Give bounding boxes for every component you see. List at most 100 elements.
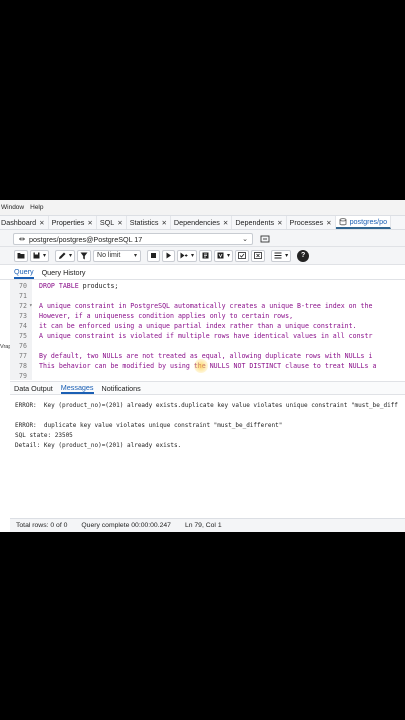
menu-help[interactable]: Help — [30, 204, 43, 211]
editor-line: 77 By default, two NULLs are not treated … — [10, 352, 405, 362]
message-line: Detail: Key (product_no)=(201) already e… — [15, 442, 182, 449]
editor-line: 79 — [10, 372, 405, 380]
commit-icon — [238, 252, 246, 259]
line-number: 78 — [19, 362, 27, 370]
chevron-down-icon: ▾ — [285, 253, 289, 259]
output-tabs: Data Output Messages Notifications — [10, 381, 405, 395]
connection-bar: postgres/postgres@PostgreSQL 17 ⌄ — [0, 230, 405, 247]
execute-script-button[interactable]: ▾ — [177, 249, 198, 262]
code-text: A unique constraint in PostgreSQL automa… — [39, 302, 372, 310]
pgadmin-window: Window Help Dashboard ✕ Properties ✕ SQL… — [0, 200, 405, 532]
sql-editor[interactable]: 70 DROP TABLE products; 71 72 ▾ A unique cons… — [10, 280, 405, 380]
new-connection-icon[interactable] — [260, 234, 270, 244]
messages-panel: ERROR: Key (product_no)=(201) already ex… — [10, 396, 405, 516]
help-icon[interactable]: ? — [297, 249, 310, 262]
line-number: 70 — [19, 282, 27, 290]
menu-window[interactable]: Window — [1, 204, 24, 211]
stop-icon — [151, 253, 157, 258]
database-icon — [339, 217, 346, 225]
folder-icon — [17, 253, 25, 259]
editor-line: 76 — [10, 342, 405, 352]
code-token: A unique constraint is violated if multi… — [39, 332, 373, 340]
chevron-down-icon: ▾ — [43, 253, 47, 259]
save-file-button[interactable]: ▾ — [30, 249, 50, 262]
explain-analyze-button[interactable]: ▾ — [214, 249, 234, 262]
tab-label: Dashboard — [1, 218, 37, 227]
code-text: By default, two NULLs are not treated as… — [39, 352, 372, 360]
close-icon[interactable]: ✕ — [39, 219, 44, 227]
explain-analyze-icon — [217, 252, 224, 259]
editor-line: 70 DROP TABLE products; — [10, 282, 405, 292]
chevron-down-icon: ▾ — [227, 253, 231, 259]
menu-bar: Window Help — [0, 200, 405, 215]
tab-query-tool[interactable]: postgres/po — [335, 216, 392, 229]
query-tabs: Query Query History — [0, 266, 405, 280]
stop-button[interactable] — [147, 249, 161, 262]
bottom-letterbox — [0, 532, 405, 720]
tab-messages[interactable]: Messages — [60, 382, 94, 394]
tab-properties[interactable]: Properties ✕ — [49, 216, 97, 229]
tab-label: Dependents — [235, 218, 275, 227]
close-icon[interactable]: ✕ — [277, 219, 282, 227]
code-token: DROP TABLE — [39, 282, 83, 290]
code-text: it can be enforced using a unique partia… — [39, 322, 357, 330]
explain-button[interactable] — [199, 249, 213, 262]
tab-statistics[interactable]: Statistics ✕ — [127, 216, 171, 229]
code-token: By default, two NULLs are not treated as… — [39, 352, 373, 360]
tab-dependents[interactable]: Dependents ✕ — [232, 216, 287, 229]
tab-data-output[interactable]: Data Output — [14, 382, 53, 394]
tab-dashboard[interactable]: Dashboard ✕ — [0, 216, 49, 229]
tab-dependencies[interactable]: Dependencies ✕ — [171, 216, 233, 229]
cursor-position: Ln 79, Col 1 — [184, 522, 222, 529]
connection-select[interactable]: postgres/postgres@PostgreSQL 17 ⌄ — [13, 233, 253, 245]
chevron-down-icon: ▾ — [134, 253, 138, 259]
close-icon[interactable]: ✕ — [117, 219, 122, 227]
code-text: A unique constraint is violated if multi… — [39, 332, 372, 340]
tab-label: Statistics — [129, 218, 159, 227]
connection-status-icon — [19, 237, 25, 241]
line-number: 71 — [19, 292, 27, 300]
message-line: SQL state: 23505 — [15, 432, 73, 439]
filter-icon — [80, 252, 88, 259]
tab-query-history[interactable]: Query History — [42, 266, 86, 279]
edit-button[interactable]: ▾ — [55, 249, 76, 262]
tab-label: postgres/po — [349, 217, 388, 226]
row-limit-value: No limit — [97, 252, 121, 259]
code-text: DROP TABLE products; — [39, 282, 118, 290]
line-number: 79 — [19, 372, 27, 380]
play-script-icon — [180, 252, 188, 259]
code-token: products; — [82, 282, 119, 290]
row-limit-select[interactable]: No limit ▾ — [93, 249, 142, 262]
macros-button[interactable]: ▾ — [271, 249, 292, 262]
top-letterbox — [0, 0, 405, 200]
editor-line: 71 — [10, 292, 405, 302]
line-number: 73 — [19, 312, 27, 320]
open-file-button[interactable] — [14, 249, 28, 262]
tab-query[interactable]: Query — [14, 266, 34, 279]
filter-button[interactable] — [77, 249, 92, 262]
close-icon[interactable]: ✕ — [223, 219, 228, 227]
tab-label: Processes — [289, 218, 324, 227]
line-number: 74 — [19, 322, 27, 330]
code-text: However, if a uniqueness condition appli… — [39, 312, 293, 320]
close-icon[interactable]: ✕ — [326, 219, 331, 227]
rollback-button[interactable] — [251, 249, 266, 262]
fold-toggle-icon[interactable]: ▾ — [29, 302, 33, 309]
execute-button[interactable] — [162, 249, 176, 262]
commit-button[interactable] — [235, 249, 250, 262]
mouse-cursor-highlight — [194, 359, 208, 373]
code-token: it can be enforced using a unique partia… — [39, 322, 357, 330]
explain-icon — [202, 252, 209, 259]
tab-label: SQL — [99, 218, 115, 227]
save-icon — [33, 252, 40, 259]
editor-line: 74 it can be enforced using a unique part… — [10, 322, 405, 332]
tab-processes[interactable]: Processes ✕ — [287, 216, 336, 229]
play-icon — [166, 252, 172, 259]
tab-notifications[interactable]: Notifications — [102, 382, 141, 394]
panel-tab-bar: Dashboard ✕ Properties ✕ SQL ✕ Statistic… — [0, 215, 405, 230]
close-icon[interactable]: ✕ — [87, 219, 92, 227]
line-number: 72 — [19, 302, 27, 310]
tab-sql[interactable]: SQL ✕ — [97, 216, 127, 229]
line-number: 76 — [19, 342, 27, 350]
close-icon[interactable]: ✕ — [161, 219, 166, 227]
